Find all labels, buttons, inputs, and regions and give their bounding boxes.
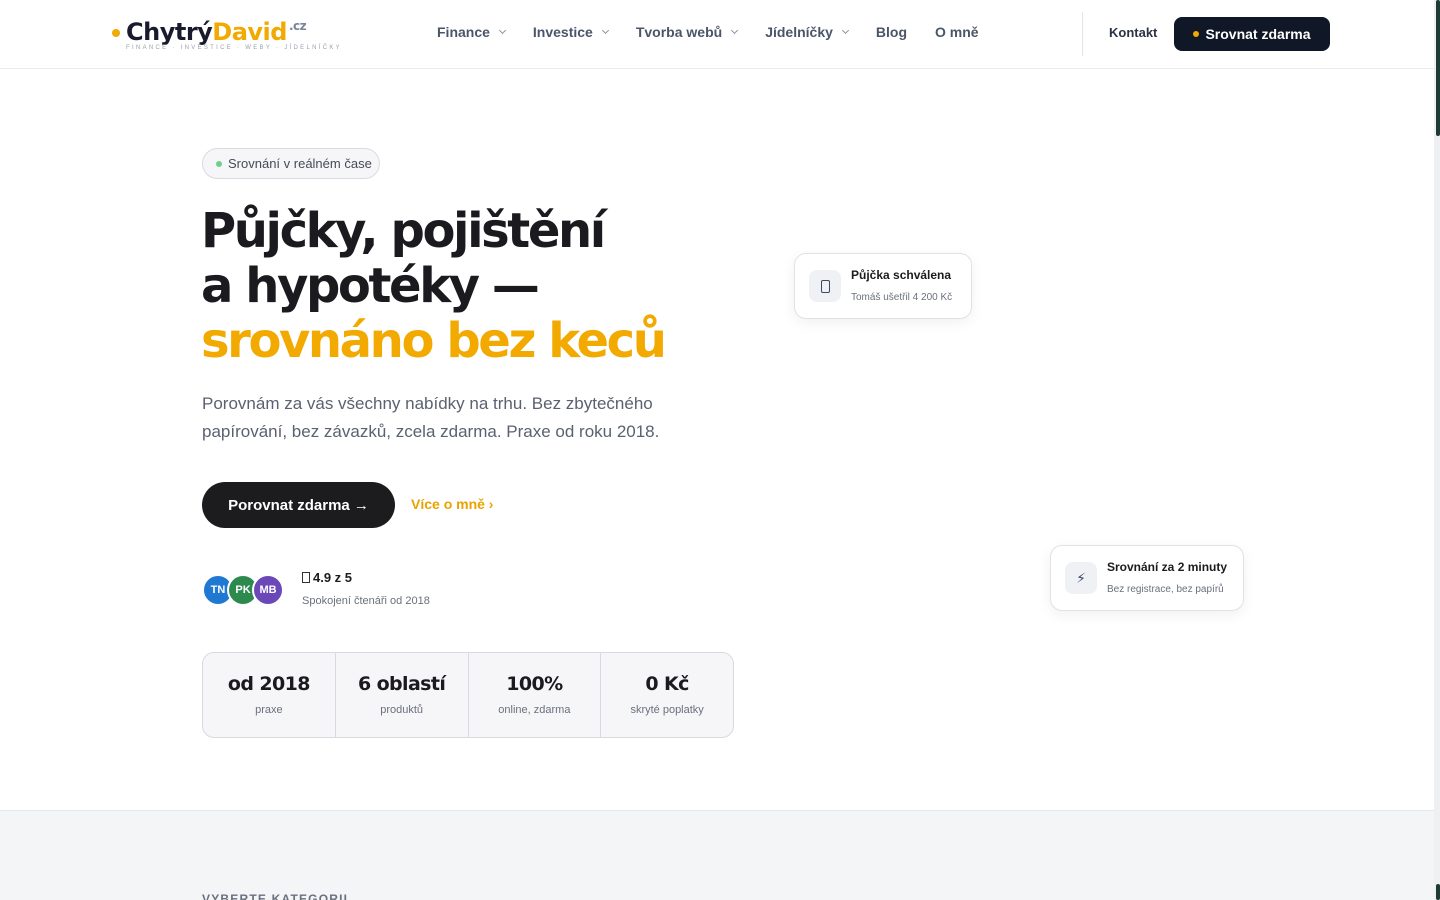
nav-item-finance[interactable]: Finance bbox=[437, 24, 506, 40]
compare-speed-card: ⚡ Srovnání za 2 minuty Bez registrace, b… bbox=[1050, 545, 1244, 611]
header-cta-button[interactable]: Srovnat zdarma bbox=[1174, 17, 1330, 51]
cta-dot-icon bbox=[1193, 31, 1200, 37]
nav-item-blog[interactable]: Blog bbox=[876, 24, 907, 40]
chevron-down-icon bbox=[601, 26, 609, 35]
section-label: VYBERTE KATEGORII bbox=[202, 892, 349, 900]
stat-item: 100% online, zdarma bbox=[469, 653, 602, 737]
more-about-me-link[interactable]: Více o mně › bbox=[411, 496, 493, 512]
stat-item: 0 Kč skryté poplatky bbox=[630, 673, 704, 716]
rating-value: 4.9 z 5 bbox=[313, 570, 353, 585]
rating-block: 4.9 z 5 Spokojení čtenáři od 2018 bbox=[302, 570, 430, 607]
logo-tagline: FINANCE · INVESTICE · WEBY · JÍDELNÍČKY bbox=[126, 45, 342, 51]
nav-kontakt-link[interactable]: Kontakt bbox=[1109, 25, 1157, 40]
hero-title: Půjčky, pojištění a hypotéky — srovnáno … bbox=[201, 203, 667, 369]
realtime-badge: Srovnání v reálném čase bbox=[202, 148, 380, 179]
stat-item: 6 oblastí produktů bbox=[336, 653, 469, 737]
chevron-down-icon bbox=[731, 26, 739, 35]
chevron-down-icon bbox=[498, 26, 506, 35]
nav-divider bbox=[1082, 12, 1083, 56]
avatar: MB bbox=[252, 574, 284, 606]
lightning-icon: ⚡ bbox=[1065, 562, 1097, 594]
chevron-down-icon bbox=[841, 26, 849, 35]
phone-icon bbox=[809, 270, 841, 302]
nav-item-o-mne[interactable]: O mně bbox=[935, 24, 979, 40]
stats-panel: od 2018 praxe 6 oblastí produktů 100% on… bbox=[202, 652, 734, 738]
nav-item-investice[interactable]: Investice bbox=[533, 24, 609, 40]
scrollbar-thumb[interactable] bbox=[1436, 0, 1440, 136]
category-section: VYBERTE KATEGORII bbox=[0, 810, 1440, 900]
loan-approved-card: Půjčka schválena Tomáš ušetřil 4 200 Kč bbox=[794, 253, 972, 319]
logo-wordmark: ChytrýDavid .cz bbox=[126, 18, 307, 46]
status-dot-icon bbox=[216, 160, 222, 167]
logo-dot-icon bbox=[112, 29, 120, 37]
nav-item-jidelnicky[interactable]: Jídelníčky bbox=[765, 24, 849, 40]
nav-item-tvorba-webu[interactable]: Tvorba webů bbox=[636, 24, 739, 40]
scrollbar-thumb-end bbox=[1436, 884, 1440, 900]
stat-item: od 2018 praxe bbox=[203, 653, 336, 737]
star-icon bbox=[302, 572, 310, 583]
hero-lead: Porovnám za vás všechny nabídky na trhu.… bbox=[202, 394, 660, 441]
site-header: ChytrýDavid .cz FINANCE · INVESTICE · WEB… bbox=[0, 0, 1440, 69]
compare-free-button[interactable]: Porovnat zdarma → bbox=[202, 482, 395, 528]
rating-caption: Spokojení čtenáři od 2018 bbox=[302, 595, 430, 607]
main-nav: Finance Investice Tvorba webů Jídelníčky… bbox=[437, 24, 1007, 40]
